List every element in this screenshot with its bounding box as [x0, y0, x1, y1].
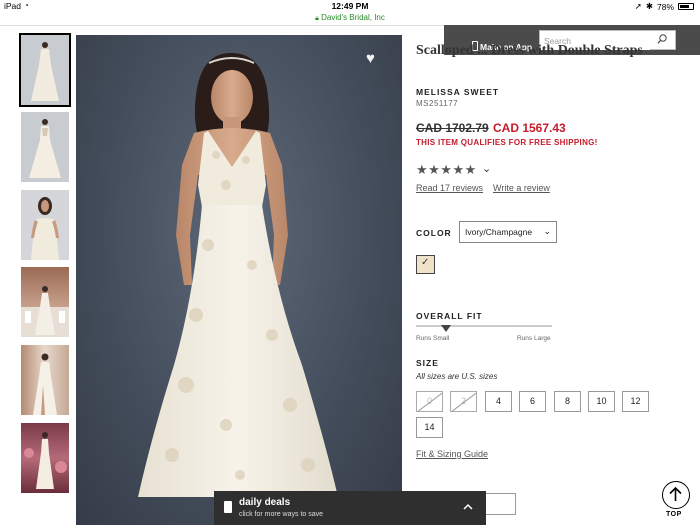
sizing-guide-link[interactable]: Fit & Sizing Guide — [416, 449, 488, 459]
color-select[interactable]: Ivory/Champagne ⌄ — [459, 221, 557, 243]
shipping-note: THIS ITEM QUALIFIES FOR FREE SHIPPING! — [416, 138, 598, 147]
overall-fit-label: OVERALL FIT — [416, 311, 483, 321]
back-to-top-label[interactable]: TOP — [666, 511, 682, 518]
thumbnail-4[interactable] — [21, 267, 69, 337]
site-name: David's Bridal, Inc — [321, 13, 385, 22]
daily-deals-subtitle: click for more ways to save — [239, 511, 324, 518]
back-to-top-button[interactable] — [662, 481, 690, 509]
status-bar: iPad ◔ 12:49 PM ➚ ✱ 78% — [0, 0, 700, 13]
color-label: COLOR — [416, 228, 452, 238]
product-brand[interactable]: MELISSA SWEET — [416, 87, 499, 97]
lock-icon: 🔒︎ — [315, 15, 319, 22]
size-label: SIZE — [416, 358, 439, 368]
thumbnail-2[interactable] — [21, 112, 69, 182]
read-reviews-link[interactable]: Read 17 reviews — [416, 183, 483, 193]
size-option-2[interactable]: 2 — [450, 391, 477, 412]
size-option-10[interactable]: 10 — [588, 391, 615, 412]
fit-scale-track — [416, 325, 552, 327]
thumbnail-5[interactable] — [21, 345, 69, 415]
url-bar[interactable]: 🔒︎ David's Bridal, Inc — [0, 13, 700, 25]
original-price: CAD 1702.79 — [416, 121, 489, 135]
thumbnail-6[interactable] — [21, 423, 69, 493]
product-title-text: Scalloped ... Dress with Double Straps — [416, 43, 643, 58]
battery-icon — [678, 3, 694, 10]
fit-min-label: Runs Small — [416, 335, 450, 342]
location-icon: ➚ — [634, 1, 642, 11]
product-title: Scalloped ... Dress with Double Straps — [416, 42, 686, 60]
chevron-up-icon[interactable] — [462, 501, 474, 513]
write-review-link[interactable]: Write a review — [493, 183, 550, 193]
product-main-image[interactable] — [76, 35, 402, 525]
size-option-6[interactable]: 6 — [519, 391, 546, 412]
product-sku: MS251177 — [416, 99, 459, 108]
fit-max-label: Runs Large — [517, 335, 551, 342]
size-note: All sizes are U.S. sizes — [416, 372, 498, 381]
battery-percent: 78% — [656, 1, 674, 12]
size-option-8[interactable]: 8 — [554, 391, 581, 412]
color-select-value: Ivory/Champagne — [465, 227, 533, 237]
thumbnail-3[interactable] — [21, 190, 69, 260]
fit-scale-marker — [440, 325, 451, 332]
daily-deals-title: daily deals — [239, 497, 291, 508]
daily-deals-bar[interactable]: daily deals click for more ways to save — [214, 491, 486, 525]
rating-stars[interactable]: ★★★★★ — [416, 162, 477, 178]
chevron-down-icon[interactable]: ⌄ — [482, 162, 491, 175]
size-option-4[interactable]: 4 — [485, 391, 512, 412]
tag-icon — [224, 501, 232, 513]
heart-icon[interactable]: ♥ — [366, 50, 375, 67]
chevron-down-icon: ⌄ — [543, 226, 551, 236]
arrow-up-icon — [669, 486, 682, 501]
thumbnail-1[interactable] — [19, 33, 71, 107]
checkmark-icon: ✓ — [421, 257, 430, 268]
clock: 12:49 PM — [331, 1, 369, 11]
size-option-14[interactable]: 14 — [416, 417, 443, 438]
size-option-12[interactable]: 12 — [622, 391, 649, 412]
sale-price: CAD 1567.43 — [493, 121, 566, 135]
color-swatch-ivory-champagne[interactable]: ✓ — [416, 255, 435, 274]
size-option-0[interactable]: 0 — [416, 391, 443, 412]
bluetooth-icon: ✱ — [645, 1, 653, 11]
